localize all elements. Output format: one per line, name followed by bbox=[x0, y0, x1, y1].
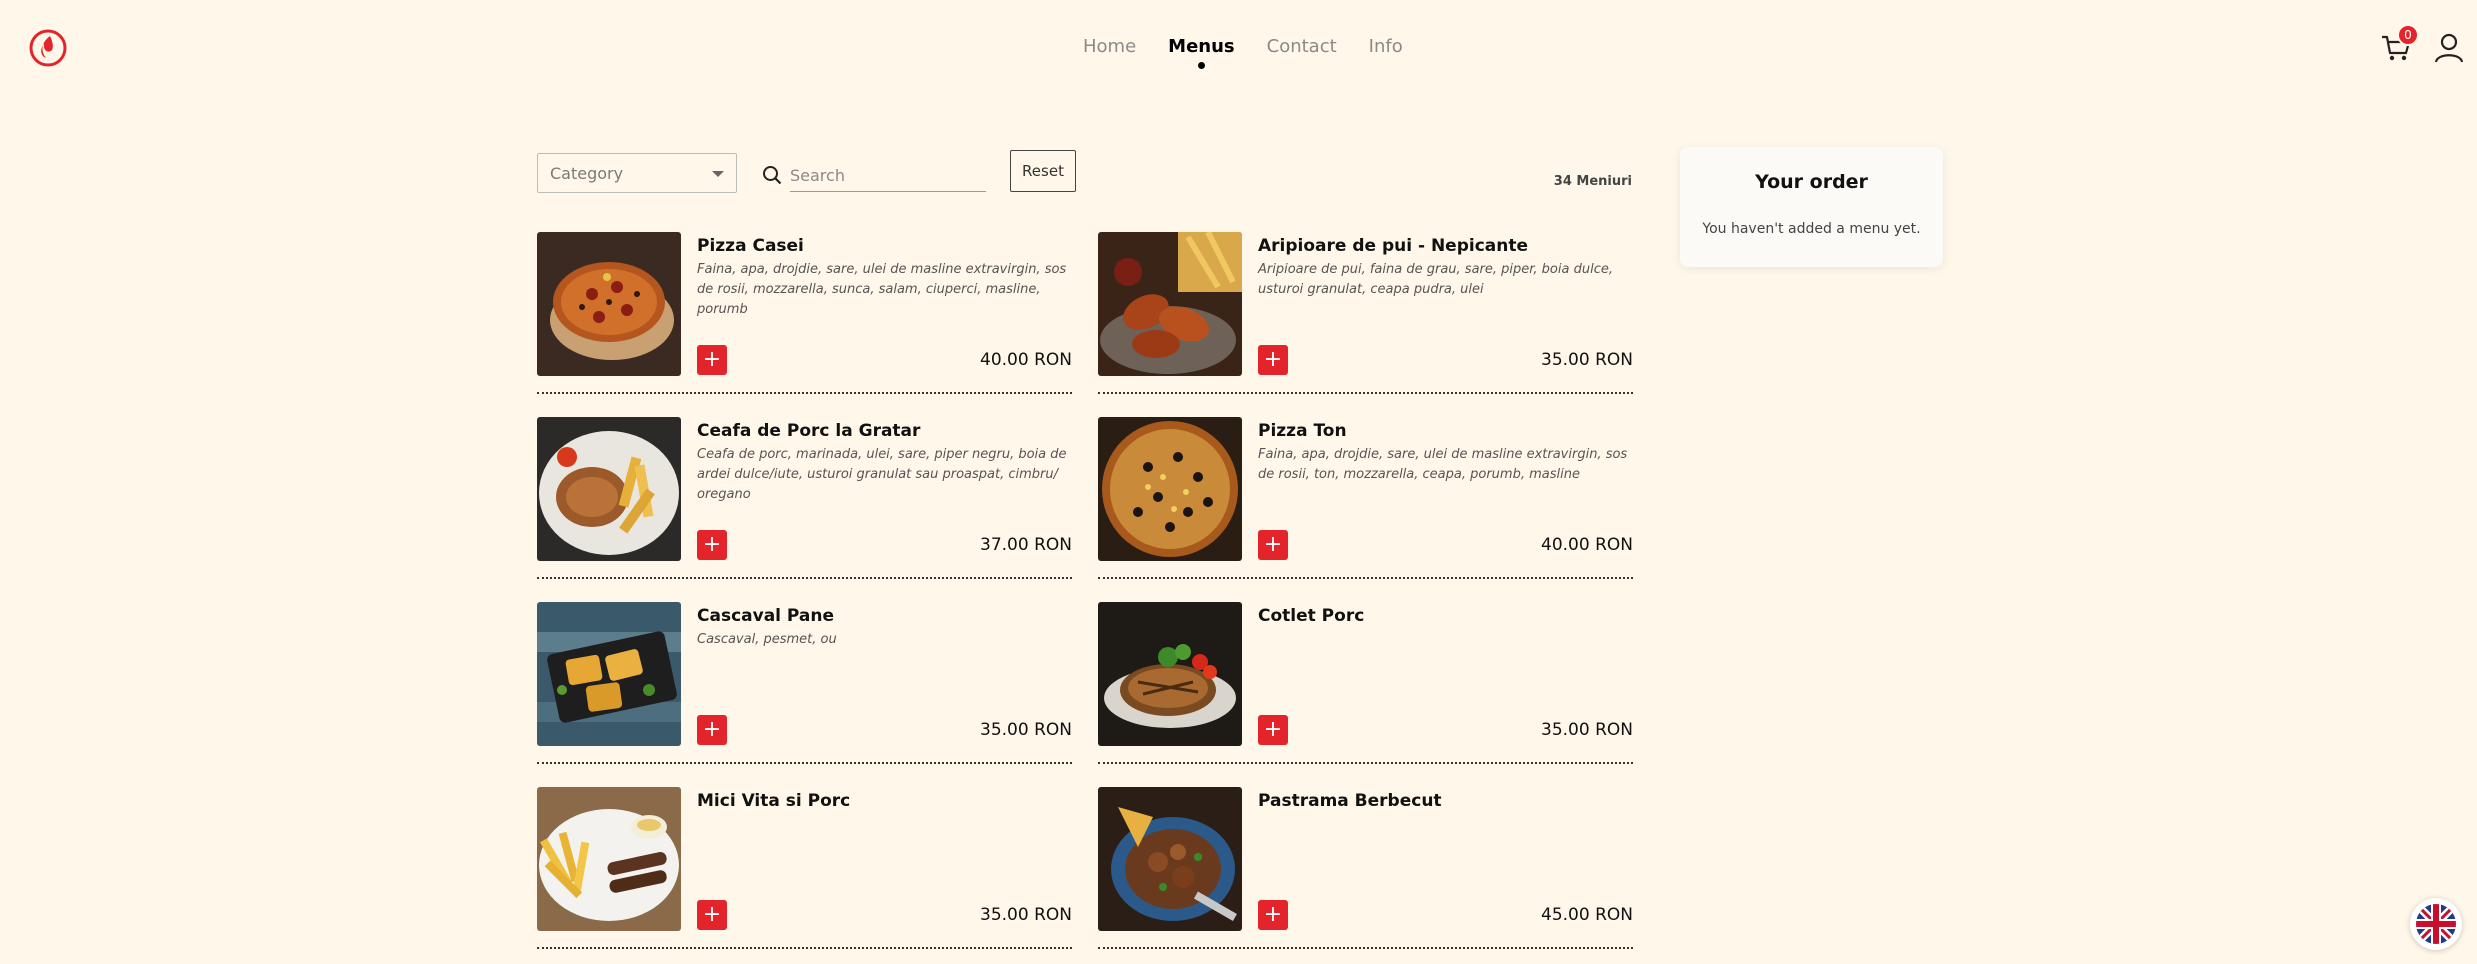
menu-item-price: 37.00 RON bbox=[980, 535, 1072, 555]
menu-item: Cascaval Pane Cascaval, pesmet, ou + 35.… bbox=[537, 602, 1072, 764]
menu-item: Pastrama Berbecut + 45.00 RON bbox=[1098, 787, 1633, 949]
search-input[interactable] bbox=[790, 160, 986, 192]
add-to-order-button[interactable]: + bbox=[1258, 530, 1288, 560]
reset-button[interactable]: Reset bbox=[1010, 150, 1076, 192]
menu-item-name: Ceafa de Porc la Gratar bbox=[697, 421, 921, 441]
menu-item-price: 40.00 RON bbox=[1541, 535, 1633, 555]
add-to-order-button[interactable]: + bbox=[697, 715, 727, 745]
category-select[interactable]: Category bbox=[537, 153, 737, 193]
menu-item-description: Faina, apa, drojdie, sare, ulei de masli… bbox=[1258, 447, 1628, 482]
menu-item-name: Pizza Ton bbox=[1258, 421, 1347, 441]
menu-item: Cotlet Porc + 35.00 RON bbox=[1098, 602, 1633, 764]
add-to-order-button[interactable]: + bbox=[697, 530, 727, 560]
menu-item-description: Aripioare de pui, faina de grau, sare, p… bbox=[1258, 262, 1613, 297]
main-nav: Home Menus Contact Info bbox=[1083, 36, 1403, 69]
menu-item: Pizza Casei Faina, apa, drojdie, sare, u… bbox=[537, 232, 1072, 394]
category-select-label: Category bbox=[550, 163, 624, 183]
order-empty-message: You haven't added a menu yet. bbox=[1702, 221, 1921, 237]
nav-menus[interactable]: Menus bbox=[1168, 36, 1235, 69]
wings-image bbox=[1098, 232, 1242, 376]
menu-item-description: Faina, apa, drojdie, sare, ulei de masli… bbox=[697, 262, 1067, 317]
plus-icon: + bbox=[1263, 717, 1283, 742]
menu-grid: Pizza Casei Faina, apa, drojdie, sare, u… bbox=[537, 232, 1633, 949]
breaded-cheese-image bbox=[537, 602, 681, 746]
menu-item-name: Cascaval Pane bbox=[697, 606, 835, 626]
nav-home[interactable]: Home bbox=[1083, 36, 1136, 57]
menu-item-name: Cotlet Porc bbox=[1258, 606, 1365, 626]
plus-icon: + bbox=[702, 532, 722, 557]
add-to-order-button[interactable]: + bbox=[1258, 345, 1288, 375]
menu-item: Pizza Ton Faina, apa, drojdie, sare, ule… bbox=[1098, 417, 1633, 579]
menu-item-price: 35.00 RON bbox=[1541, 720, 1633, 740]
menu-item-description: Cascaval, pesmet, ou bbox=[697, 632, 837, 647]
menu-item: Ceafa de Porc la Gratar Ceafa de porc, m… bbox=[537, 417, 1072, 579]
menu-item-price: 35.00 RON bbox=[980, 905, 1072, 925]
plus-icon: + bbox=[1263, 347, 1283, 372]
menu-item-price: 35.00 RON bbox=[980, 720, 1072, 740]
add-to-order-button[interactable]: + bbox=[1258, 715, 1288, 745]
menu-item: Mici Vita si Porc + 35.00 RON bbox=[537, 787, 1072, 949]
order-panel: Your order You haven't added a menu yet. bbox=[1680, 147, 1943, 267]
menu-item-name: Aripioare de pui - Nepicante bbox=[1258, 236, 1529, 256]
user-icon[interactable] bbox=[2434, 32, 2464, 64]
menu-item-price: 40.00 RON bbox=[980, 350, 1072, 370]
plus-icon: + bbox=[702, 902, 722, 927]
plus-icon: + bbox=[702, 347, 722, 372]
plus-icon: + bbox=[1263, 902, 1283, 927]
language-switch-button[interactable] bbox=[2410, 898, 2462, 950]
stew-image bbox=[1098, 787, 1242, 931]
menu-item-price: 45.00 RON bbox=[1541, 905, 1633, 925]
add-to-order-button[interactable]: + bbox=[697, 900, 727, 930]
pizza-olives-image bbox=[1098, 417, 1242, 561]
nav-info[interactable]: Info bbox=[1369, 36, 1403, 57]
mici-fries-image bbox=[537, 787, 681, 931]
add-to-order-button[interactable]: + bbox=[1258, 900, 1288, 930]
order-title: Your order bbox=[1755, 171, 1868, 193]
pizza-image bbox=[537, 232, 681, 376]
menu-item-description: Ceafa de porc, marinada, ulei, sare, pip… bbox=[697, 447, 1067, 502]
plus-icon: + bbox=[1263, 532, 1283, 557]
uk-flag-icon bbox=[2416, 904, 2456, 944]
pork-chop-image bbox=[1098, 602, 1242, 746]
nav-contact[interactable]: Contact bbox=[1267, 36, 1337, 57]
cart-count-badge: 0 bbox=[2397, 24, 2419, 46]
search-icon bbox=[763, 166, 782, 185]
menu-count: 34 Meniuri bbox=[1553, 174, 1632, 189]
menu-item-name: Pizza Casei bbox=[697, 236, 804, 256]
logo-icon[interactable] bbox=[28, 28, 68, 68]
menu-item-price: 35.00 RON bbox=[1541, 350, 1633, 370]
add-to-order-button[interactable]: + bbox=[697, 345, 727, 375]
menu-item-name: Mici Vita si Porc bbox=[697, 791, 851, 811]
plus-icon: + bbox=[702, 717, 722, 742]
pork-fries-image bbox=[537, 417, 681, 561]
menu-item: Aripioare de pui - Nepicante Aripioare d… bbox=[1098, 232, 1633, 394]
menu-item-name: Pastrama Berbecut bbox=[1258, 791, 1442, 811]
chevron-down-icon bbox=[712, 171, 724, 177]
